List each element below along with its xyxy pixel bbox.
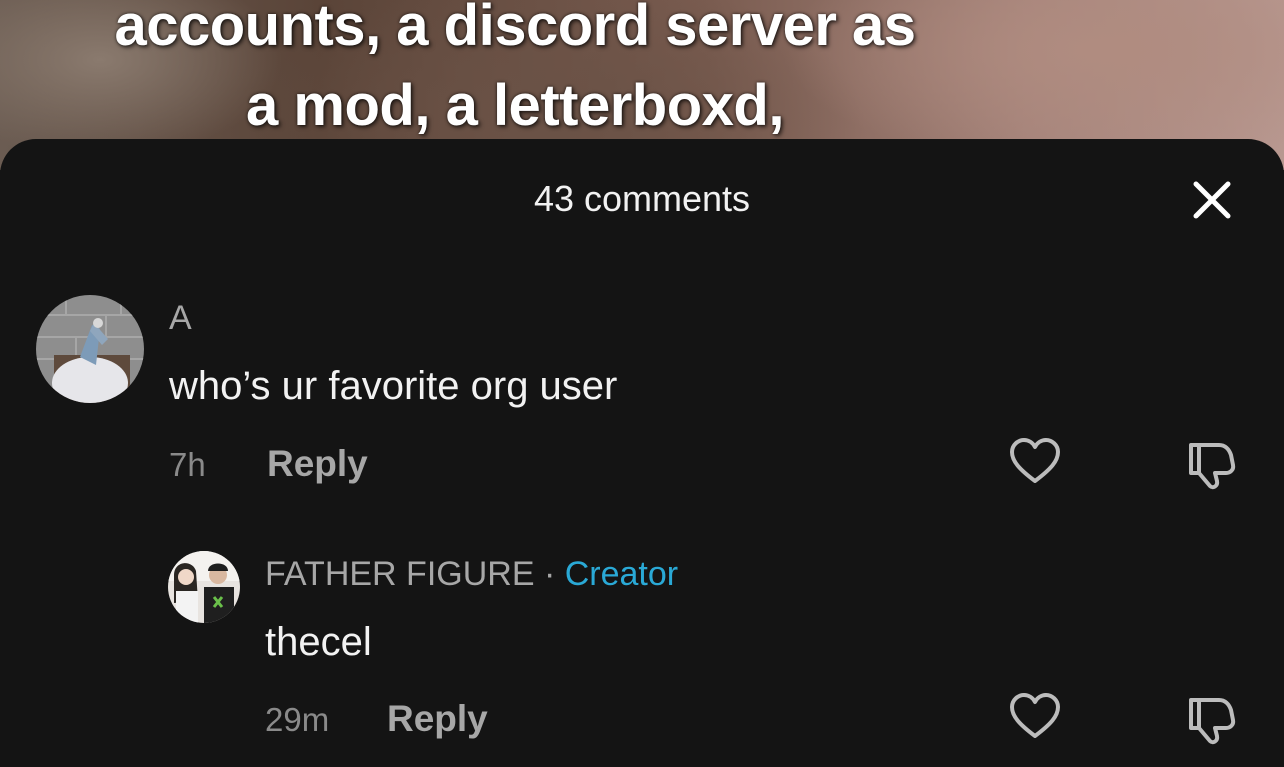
thumbs-down-icon[interactable] (1183, 690, 1239, 746)
heart-icon[interactable] (1007, 690, 1063, 746)
video-caption-line-1: accounts, a discord server as (114, 0, 916, 58)
reply-text: thecel (265, 620, 372, 664)
reply-button[interactable]: Reply (387, 698, 488, 740)
avatar[interactable] (168, 551, 240, 623)
comment-text: who’s ur favorite org user (169, 364, 618, 408)
comment-timestamp: 7h (169, 446, 206, 483)
avatar[interactable] (36, 295, 144, 403)
creator-badge: Creator (564, 555, 679, 593)
reply-timestamp: 29m (265, 701, 330, 738)
heart-icon[interactable] (1007, 435, 1063, 491)
video-caption-line-2: a mod, a letterboxd, (246, 73, 784, 138)
comment-username[interactable]: A (169, 299, 192, 338)
separator-dot: · (534, 555, 565, 593)
reply-button[interactable]: Reply (267, 443, 368, 485)
close-icon[interactable] (1186, 174, 1238, 226)
reply-author-line: FATHER FIGURE · Creator (265, 555, 678, 594)
thumbs-down-icon[interactable] (1183, 435, 1239, 491)
comments-count-title: 43 comments (533, 178, 751, 219)
reply-username[interactable]: FATHER FIGURE (265, 555, 535, 593)
